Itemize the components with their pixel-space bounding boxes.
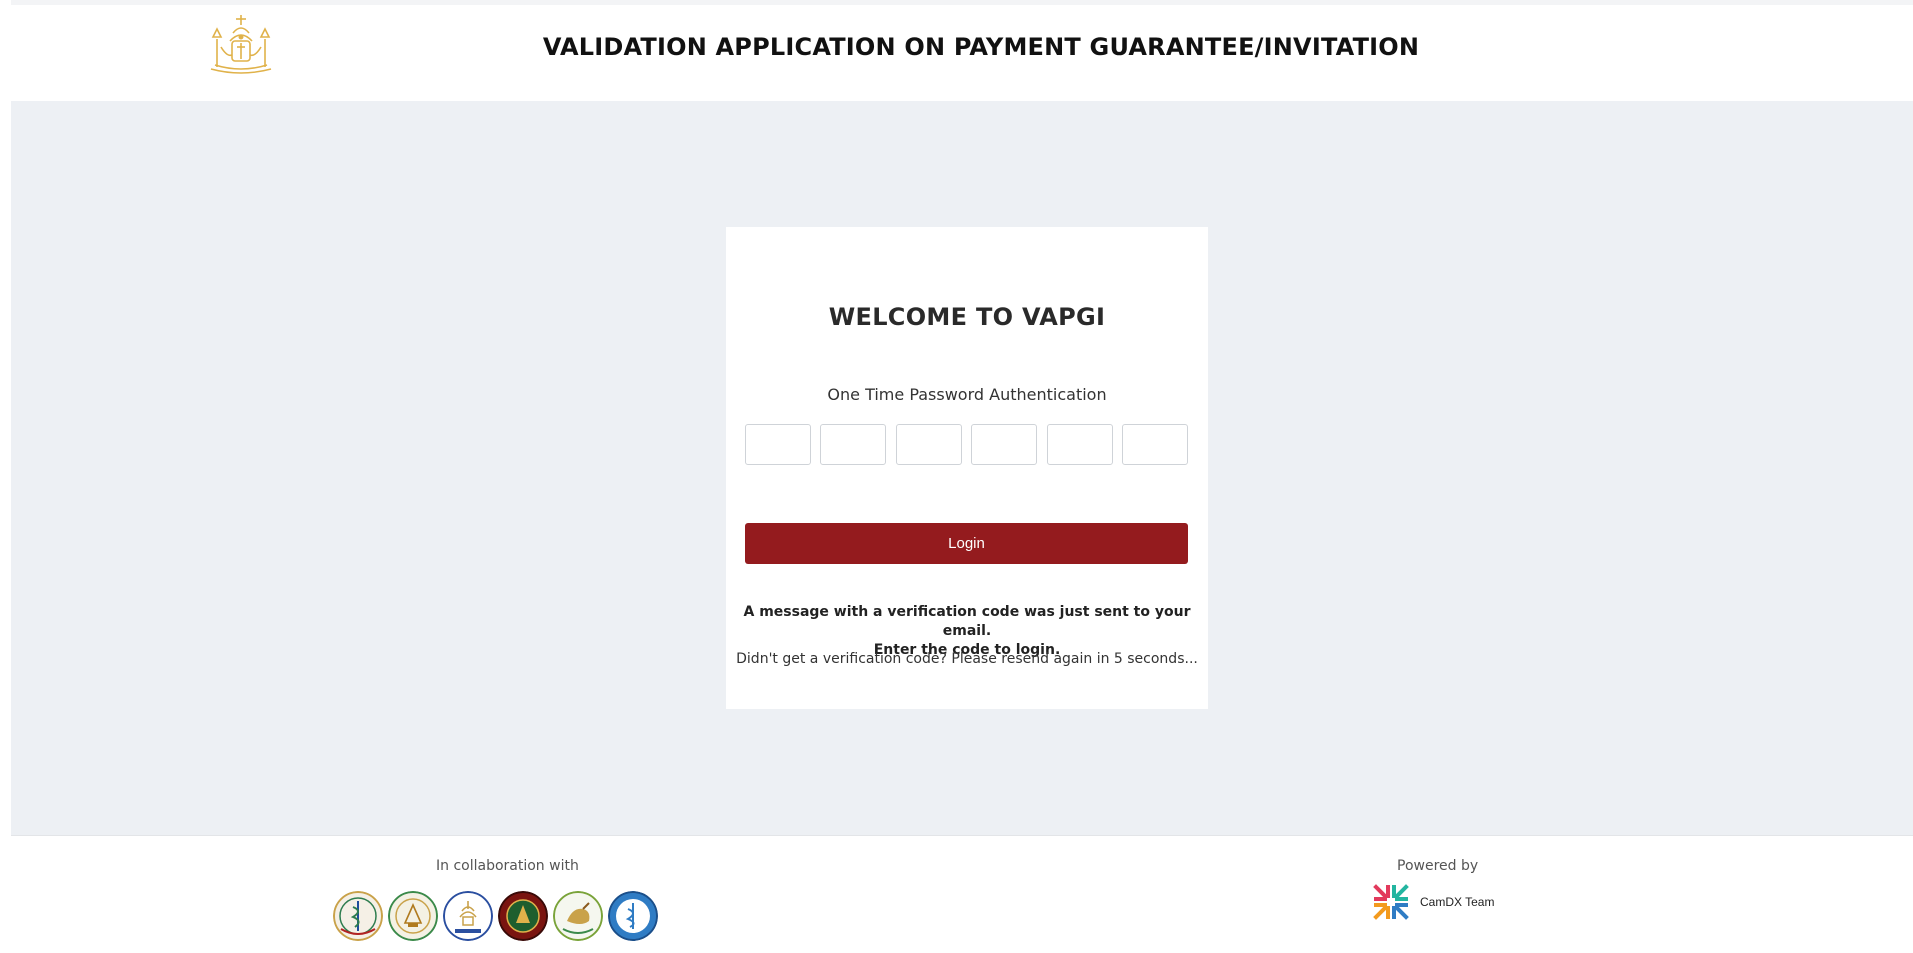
page-title: VALIDATION APPLICATION ON PAYMENT GUARAN…	[542, 33, 1420, 61]
ministry-blue-circle-seal-icon	[608, 891, 658, 941]
otp-digit-1-input[interactable]	[745, 424, 811, 465]
otp-digit-6-input[interactable]	[1121, 424, 1188, 465]
ministry-seal-blue-icon	[443, 891, 493, 941]
site-footer: In collaboration with Powered by CamDX T…	[11, 835, 1913, 953]
verification-message-line1: A message with a verification code was j…	[743, 604, 1191, 639]
left-border	[0, 0, 11, 953]
site-header: VALIDATION APPLICATION ON PAYMENT GUARAN…	[11, 5, 1913, 101]
powered-by-label: Powered by	[1397, 858, 1479, 874]
otp-digit-5-input[interactable]	[1046, 424, 1113, 465]
ministry-seal-green-icon	[388, 891, 438, 941]
otp-input-group	[745, 424, 1188, 466]
welcome-heading: WELCOME TO VAPGI	[828, 303, 1106, 331]
ministry-bird-seal-icon	[553, 891, 603, 941]
login-button[interactable]: Login	[745, 523, 1188, 564]
otp-digit-4-input[interactable]	[971, 424, 1038, 465]
otp-digit-3-input[interactable]	[895, 424, 962, 465]
camdx-team-label: CamDX Team	[1420, 895, 1495, 909]
otp-label: One Time Password Authentication	[827, 385, 1107, 404]
health-ministry-logo-icon	[333, 891, 383, 941]
national-police-seal-icon	[498, 891, 548, 941]
resend-countdown-text: Didn't get a verification code? Please r…	[736, 651, 1198, 667]
collaboration-label: In collaboration with	[436, 858, 579, 874]
otp-digit-2-input[interactable]	[820, 424, 887, 465]
login-card: WELCOME TO VAPGI One Time Password Authe…	[726, 227, 1208, 709]
camdx-brand: CamDX Team	[1372, 883, 1494, 921]
partner-logos	[333, 891, 658, 941]
camdx-logo-icon	[1373, 884, 1409, 920]
